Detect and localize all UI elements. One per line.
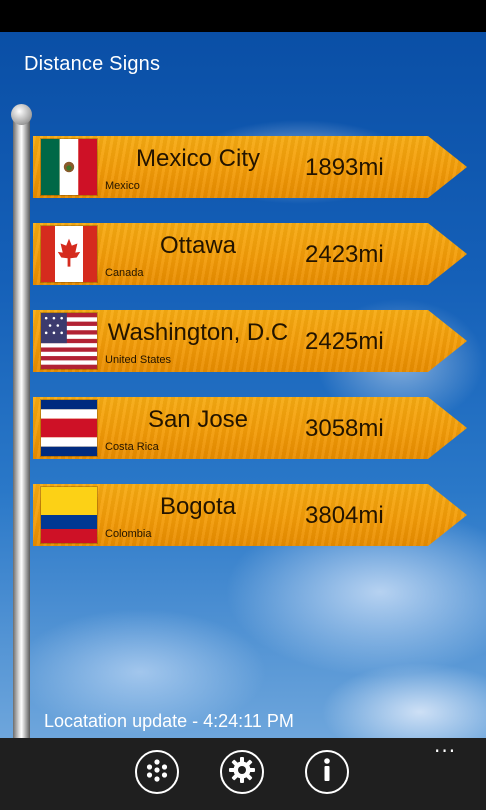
app-bar (0, 738, 486, 810)
costa-rica-flag-icon (40, 399, 98, 457)
sign-city-name: Ottawa (159, 232, 237, 259)
mexico-flag-icon (40, 138, 98, 196)
sign-country-name: United States (105, 354, 172, 366)
sign-washington-dc[interactable]: Washington, D.C United States 2425mi (33, 310, 467, 372)
sign-country-name: Mexico (105, 180, 140, 192)
sign-distance: 3804mi (305, 502, 384, 529)
dots-grid-button[interactable] (135, 750, 179, 794)
sign-country-name: Costa Rica (105, 441, 159, 453)
sign-distance: 2423mi (305, 241, 384, 268)
sign-distance: 1893mi (305, 154, 384, 181)
more-menu-button[interactable]: ... (434, 735, 456, 755)
sign-san-jose[interactable]: San Jose Costa Rica 3058mi (33, 397, 467, 459)
sign-city-name: Bogota (159, 493, 237, 520)
settings-button[interactable] (220, 750, 264, 794)
sign-city-name: Washington, D.C (107, 319, 289, 346)
signpost-pole (13, 112, 30, 738)
signpost-pole-cap (11, 104, 32, 125)
sign-country-name: Canada (105, 267, 144, 279)
dots-grid-icon (144, 757, 170, 787)
info-icon (315, 757, 339, 787)
sign-distance: 3058mi (305, 415, 384, 442)
gear-icon (228, 756, 256, 788)
sign-bogota[interactable]: Bogota Colombia 3804mi (33, 484, 467, 546)
info-button[interactable] (305, 750, 349, 794)
sign-ottawa[interactable]: Ottawa Canada 2423mi (33, 223, 467, 285)
sign-distance: 2425mi (305, 328, 384, 355)
page-title: Distance Signs (24, 53, 161, 75)
sign-mexico-city[interactable]: Mexico City Mexico 1893mi (33, 136, 467, 198)
sign-country-name: Colombia (105, 528, 152, 540)
sign-city-name: Mexico City (135, 145, 261, 172)
canada-flag-icon (40, 225, 98, 283)
colombia-flag-icon (40, 486, 98, 544)
location-update-status: Locatation update - 4:24:11 PM (44, 711, 294, 731)
usa-flag-icon (40, 312, 98, 370)
status-bar (0, 0, 486, 32)
sign-city-name: San Jose (147, 406, 249, 433)
